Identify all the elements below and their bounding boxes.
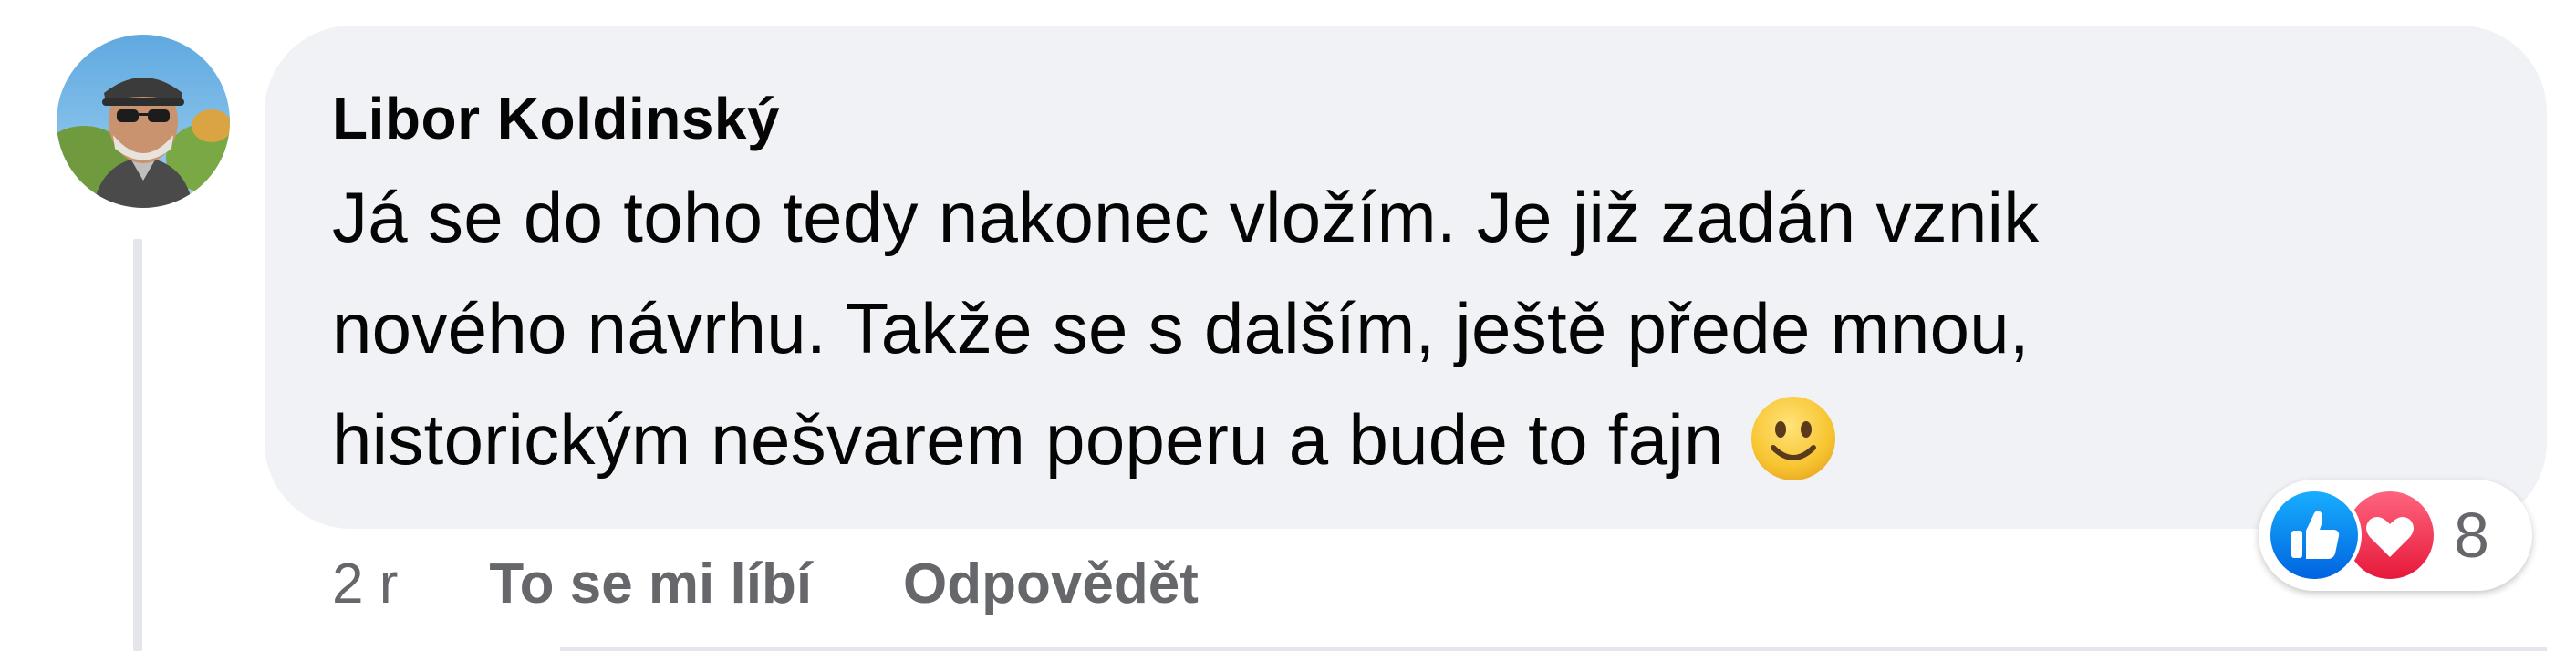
author-name[interactable]: Libor Koldinský <box>332 82 780 155</box>
reply-divider <box>560 647 2547 651</box>
comment-text-line-1: Já se do toho tedy nakonec vložím. Je ji… <box>332 177 2040 257</box>
comment-view: Libor Koldinský Já se do toho tedy nakon… <box>0 0 2576 651</box>
comment-text-line-3-text: historickým nešvarem poperu a bude to fa… <box>332 399 1724 480</box>
like-button[interactable]: To se mi líbí <box>489 552 812 616</box>
like-icon <box>2267 488 2362 583</box>
comment-timestamp[interactable]: 2 r <box>332 552 398 616</box>
reaction-count: 8 <box>2454 500 2489 571</box>
thread-line <box>133 239 142 651</box>
reactions-summary[interactable]: 8 <box>2259 480 2532 591</box>
reply-button[interactable]: Odpovědět <box>903 552 1199 616</box>
comment-text-line-2: nového návrhu. Takže se s dalším, ještě … <box>332 288 2030 368</box>
comment-text-line-3: historickým nešvarem poperu a bude to fa… <box>332 394 1837 485</box>
slightly-smiling-face-icon <box>1750 397 1835 481</box>
avatar-photo <box>57 35 230 208</box>
comment-actions: 2 r To se mi líbí Odpovědět <box>332 547 1199 620</box>
avatar[interactable] <box>57 35 230 208</box>
